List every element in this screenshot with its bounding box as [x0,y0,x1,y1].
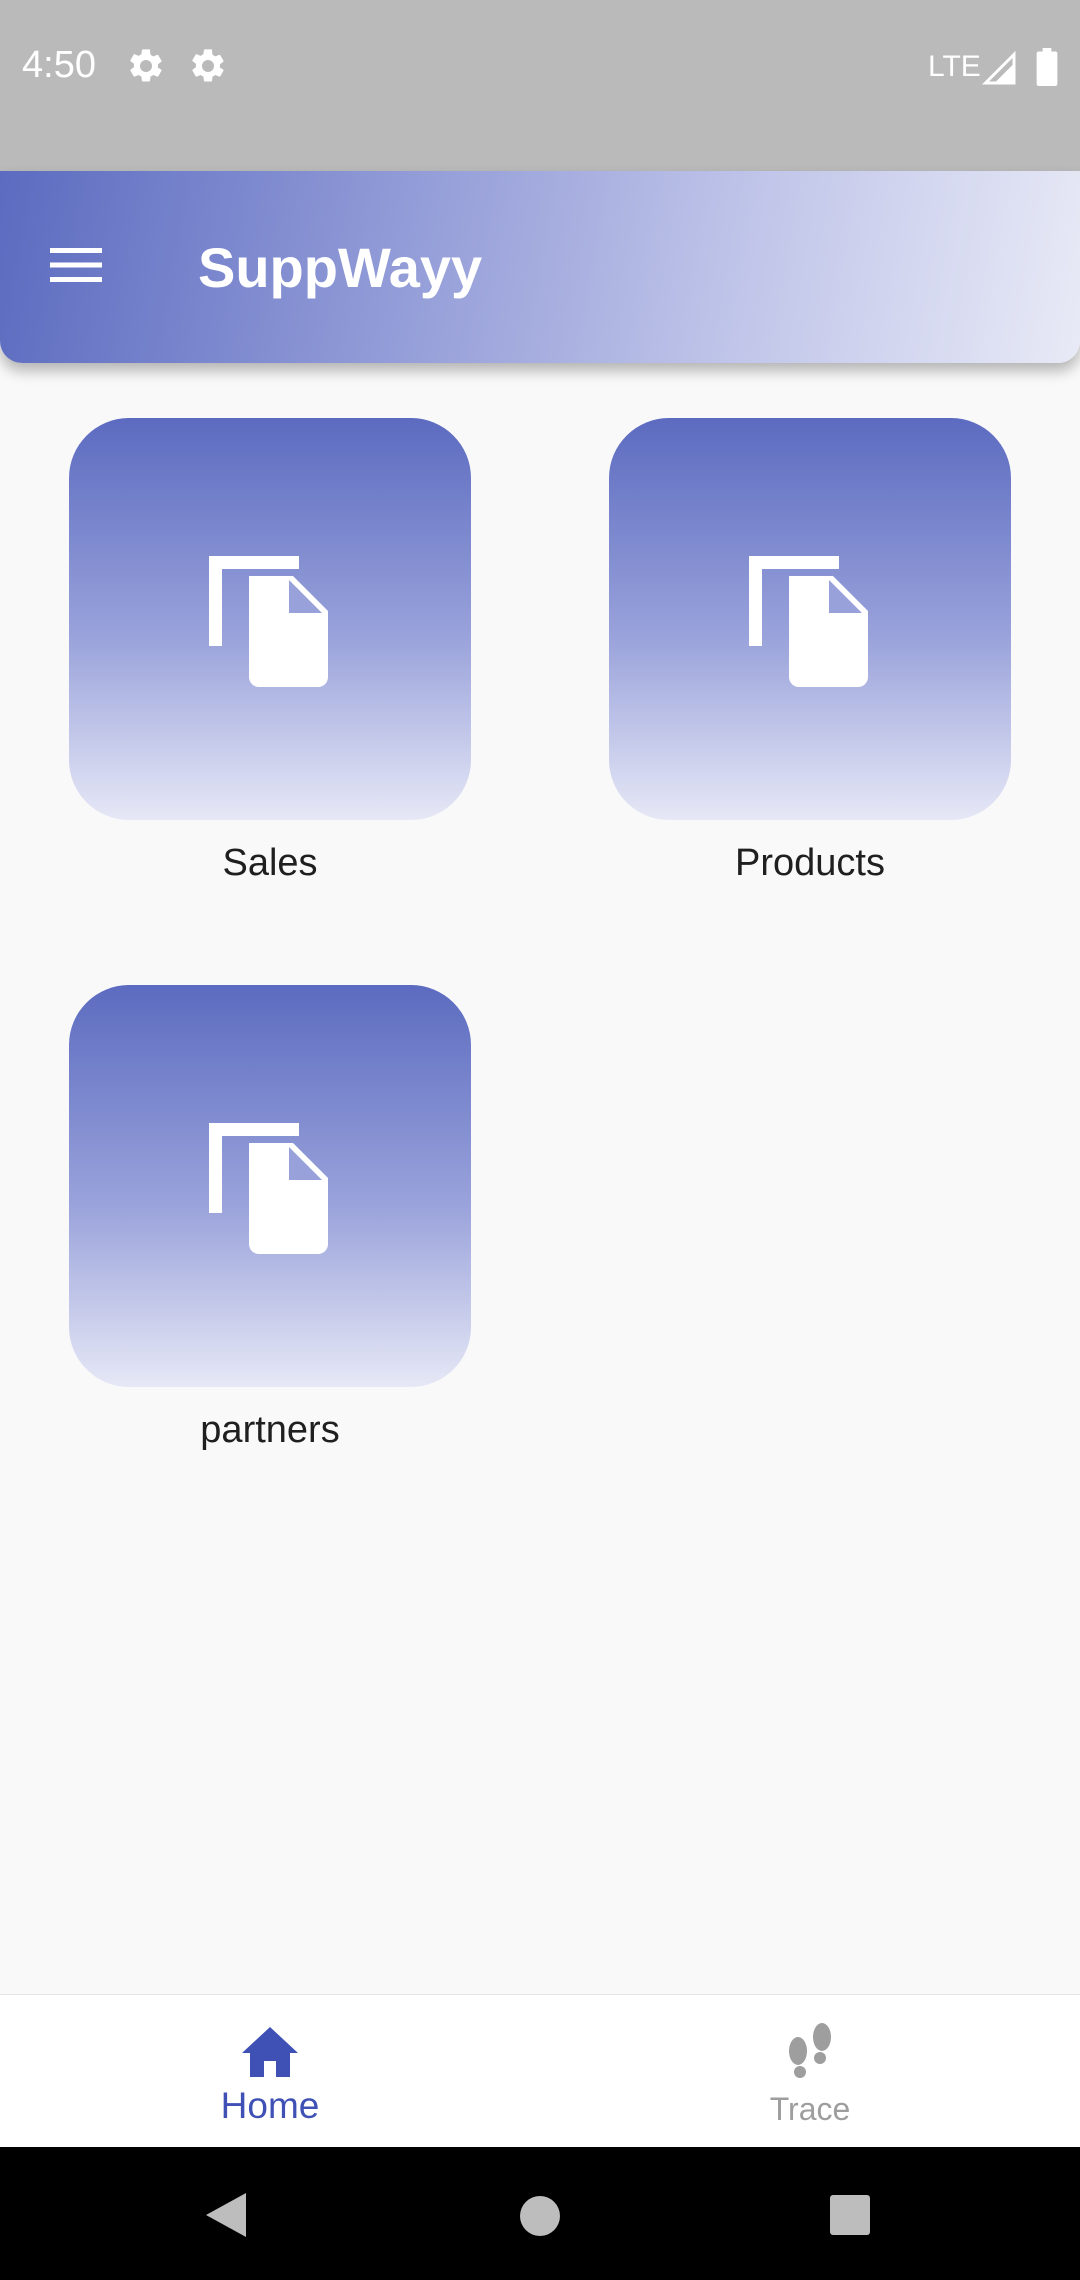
copy-document-icon [209,556,328,687]
tile-label-sales: Sales [222,842,318,884]
nav-label-trace: Trace [769,2091,851,2127]
nav-item-home[interactable]: Home [0,1995,540,2148]
status-bar: 4:50 LTE [0,0,1080,171]
tile-label-products: Products [735,842,885,884]
tile-partners[interactable] [69,985,471,1387]
signal-icon [981,50,1016,85]
tile-label-partners: partners [200,1409,340,1451]
nav-item-trace[interactable]: Trace [540,1995,1080,2148]
system-navigation-bar [0,2147,1080,2280]
status-time: 4:50 [22,44,96,86]
battery-icon [1036,48,1058,86]
hamburger-menu-icon[interactable] [48,245,104,285]
home-circle-icon[interactable] [519,2195,561,2237]
copy-document-icon [209,1123,328,1254]
app-title: SuppWayy [198,236,483,299]
settings-gear-icon [192,49,224,82]
home-icon [242,2027,298,2077]
copy-document-icon [749,556,868,687]
back-icon[interactable] [204,2191,248,2239]
tile-sales[interactable] [69,418,471,820]
bottom-navigation: Home Trace [0,1994,1080,2148]
tile-products[interactable] [609,418,1011,820]
footprints-icon [789,2023,831,2078]
recents-icon[interactable] [829,2194,871,2236]
network-type: LTE [928,50,981,83]
app-bar: SuppWayy [0,171,1080,363]
nav-label-home: Home [220,2085,320,2126]
settings-gear-icon [130,49,162,82]
